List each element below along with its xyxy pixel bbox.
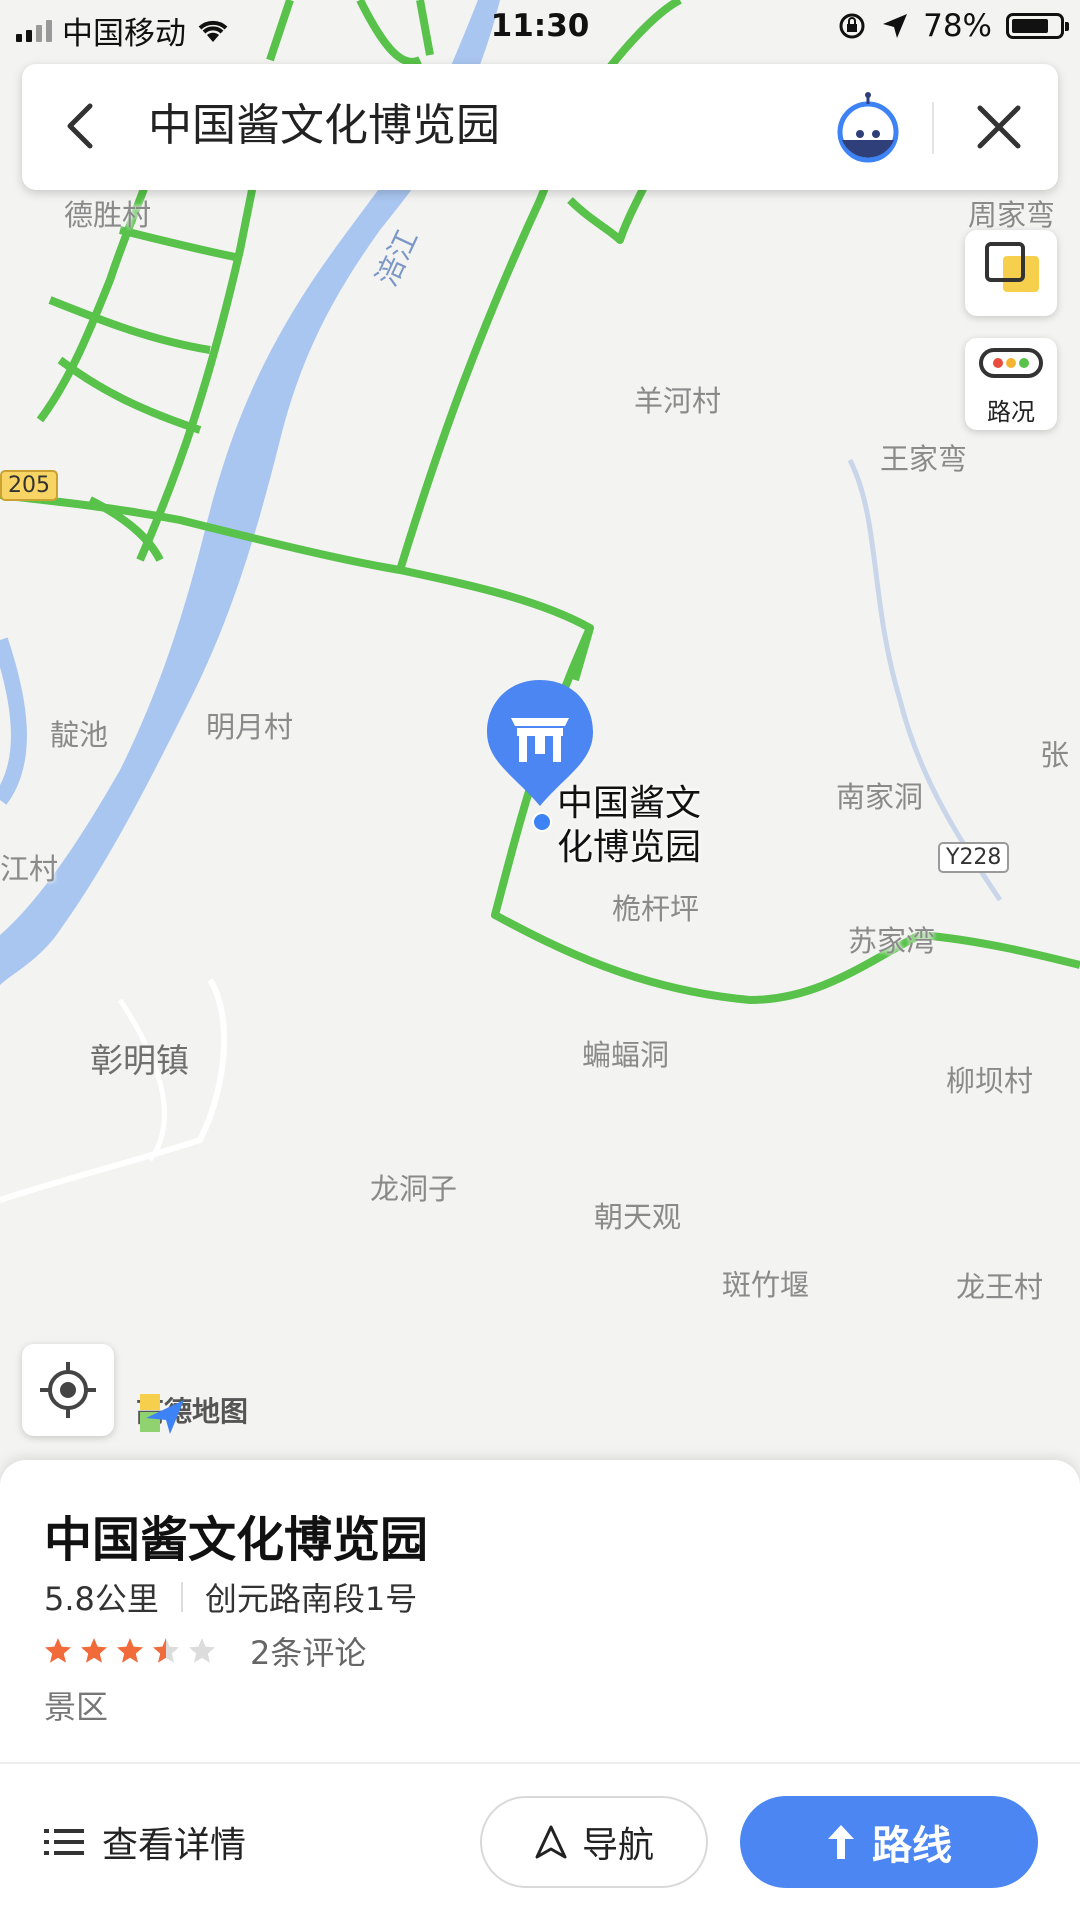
assistant-robot-icon[interactable] — [830, 90, 906, 166]
place-meta: 5.8公里 创元路南段1号 — [44, 1574, 417, 1620]
poi-location-dot — [532, 812, 552, 832]
place-distance: 5.8公里 — [44, 1580, 159, 1618]
map-label-liubacun: 柳坝村 — [946, 1064, 1034, 1098]
map-label-bianfudong: 蝙蝠洞 — [582, 1038, 670, 1072]
navigate-button[interactable]: 导航 — [480, 1796, 708, 1888]
map-label-dingchi: 靛池 — [50, 718, 109, 752]
search-divider — [932, 102, 934, 154]
crosshair-icon — [40, 1362, 96, 1418]
battery-icon — [1006, 13, 1069, 39]
card-divider — [0, 1762, 1080, 1764]
place-category: 景区 — [44, 1688, 109, 1726]
traffic-light-icon — [979, 348, 1043, 378]
traffic-label: 路况 — [987, 398, 1035, 426]
close-icon[interactable] — [966, 94, 1032, 160]
river-branch — [0, 637, 27, 805]
place-address: 创元路南段1号 — [204, 1580, 418, 1618]
search-bar[interactable]: 中国酱文化博览园 — [22, 64, 1058, 190]
map-label-yanghecun: 羊河村 — [634, 384, 722, 418]
map-label-jiangcun: 江村 — [0, 852, 59, 886]
navigate-label: 导航 — [581, 1825, 654, 1866]
star-icon — [153, 1638, 179, 1663]
location-arrow-icon — [883, 14, 908, 38]
route-label: 路线 — [872, 1823, 952, 1869]
place-card[interactable]: 中国酱文化博览园 5.8公里 创元路南段1号 2条评论 景区 查看详情 导航 路… — [0, 1460, 1080, 1920]
map-label-wangjiawan: 王家弯 — [880, 442, 968, 476]
map-layers-button[interactable] — [965, 230, 1057, 316]
route-button[interactable]: 路线 — [740, 1796, 1038, 1888]
map-label-longdongzi: 龙洞子 — [370, 1172, 458, 1206]
road-shield-205: 205 — [0, 470, 58, 501]
map-label-zhang: 张 — [1040, 738, 1070, 772]
map-label-chaotianguan: 朝天观 — [594, 1200, 682, 1234]
place-title: 中国酱文化博览园 — [44, 1512, 429, 1568]
star-icon — [45, 1638, 71, 1663]
minor-road — [0, 978, 227, 1203]
map-brand-logo: 高德地图 — [136, 1390, 248, 1434]
map-label-longwangcun: 龙王村 — [956, 1270, 1044, 1304]
traffic-button[interactable]: 路况 — [965, 338, 1057, 430]
list-icon — [44, 1829, 84, 1855]
map-label-zhoujiawan: 周家弯 — [968, 198, 1056, 232]
map-label-banzhuyan: 斑竹堰 — [722, 1268, 810, 1302]
view-details-button[interactable]: 查看详情 — [44, 1816, 246, 1868]
orientation-lock-icon — [839, 13, 865, 39]
map-label-sujiawan: 苏家湾 — [848, 924, 936, 958]
map-label-weiganping: 桅杆坪 — [612, 892, 700, 926]
view-details-label: 查看详情 — [102, 1825, 247, 1866]
star-rating — [44, 1637, 216, 1665]
meta-separator — [180, 1582, 183, 1612]
locate-me-button[interactable] — [22, 1344, 114, 1436]
poi-name-label[interactable]: 中国酱文化博览园 — [557, 782, 727, 870]
route-arrow-icon — [828, 1825, 854, 1859]
map-label-pengmingzhen: 彰明镇 — [90, 1041, 189, 1080]
status-bar: 中国移动 11:30 78% — [0, 0, 1080, 54]
battery-percent: 78% — [923, 8, 992, 44]
back-arrow-icon[interactable] — [50, 94, 114, 158]
layers-icon — [985, 242, 1039, 292]
road-shield-y228: Y228 — [938, 842, 1010, 873]
amap-logo-icon — [140, 1394, 184, 1434]
rating-row: 2条评论 — [44, 1628, 366, 1674]
map-label-deshengcun: 德胜村 — [64, 198, 152, 232]
map-label-nanjiadong: 南家洞 — [836, 780, 924, 814]
review-count[interactable]: 2条评论 — [250, 1628, 366, 1674]
map-label-mingyuecun: 明月村 — [206, 710, 294, 744]
stream — [847, 458, 1003, 902]
star-icon — [81, 1638, 107, 1663]
star-icon — [117, 1638, 143, 1663]
search-query[interactable]: 中国酱文化博览园 — [148, 94, 500, 158]
star-icon — [189, 1638, 215, 1663]
navigation-arrow-icon — [535, 1825, 567, 1859]
